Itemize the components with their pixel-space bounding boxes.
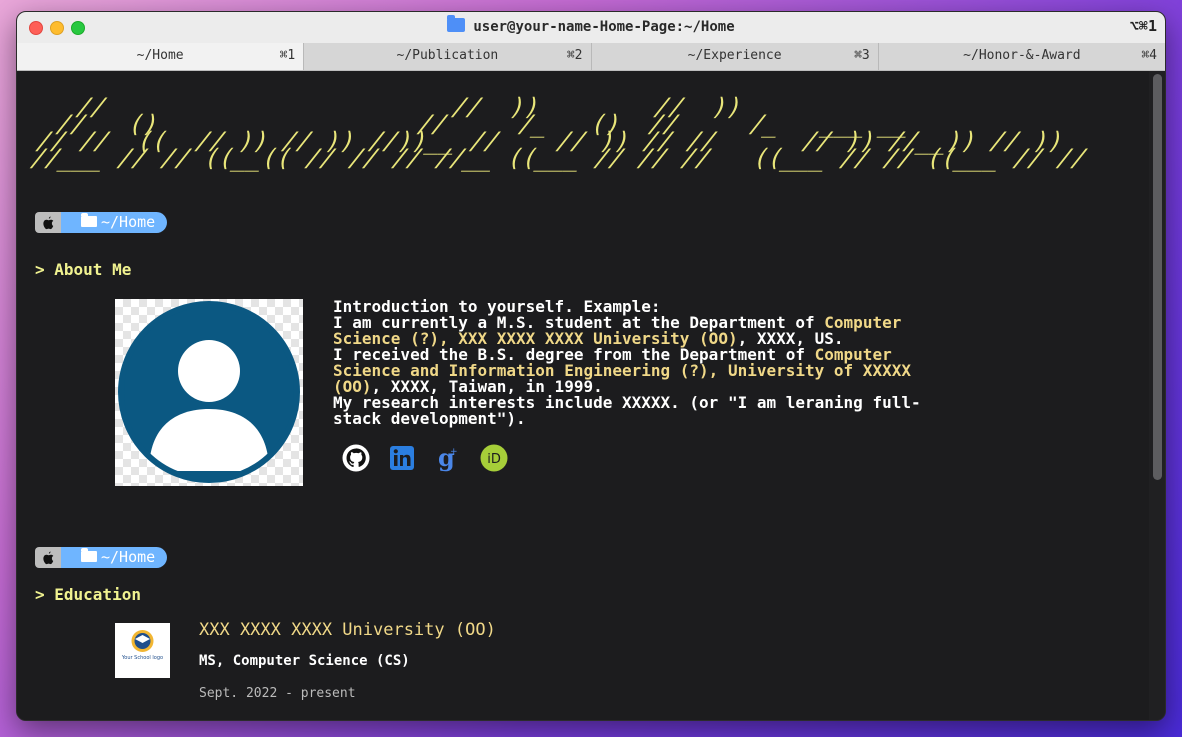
avatar (115, 299, 303, 486)
tab-label: ~/Experience (687, 48, 782, 63)
terminal-window: user@your-name-Home-Page:~/Home ⌥⌘1 ~/Ho… (16, 11, 1166, 721)
ascii-name-banner: // // )) // )) // () // /_ () // /_ ___ … (27, 93, 1092, 172)
scrollbar-thumb[interactable] (1153, 74, 1162, 480)
tab-honor-award[interactable]: ~/Honor-&-Award ⌘4 (879, 43, 1165, 70)
prompt-path: ~/Home (61, 547, 168, 568)
education-dates: Sept. 2022 - present (199, 686, 356, 701)
tab-shortcut: ⌘2 (566, 48, 583, 63)
intro-text: stack development"). (333, 409, 526, 428)
tab-publication[interactable]: ~/Publication ⌘2 (304, 43, 592, 70)
tab-experience[interactable]: ~/Experience ⌘3 (592, 43, 879, 70)
terminal-content: // // )) // )) // () // /_ () // /_ ___ … (17, 71, 1149, 720)
window-title: user@your-name-Home-Page:~/Home (17, 15, 1165, 35)
prompt-badge: ~/Home (35, 547, 168, 568)
school-logo-text: Your School logo (121, 655, 163, 661)
window-title-text: user@your-name-Home-Page:~/Home (473, 19, 735, 35)
intro-line: stack development"). (333, 411, 933, 427)
tab-shortcut: ⌘3 (854, 48, 870, 63)
orcid-icon[interactable]: iD (479, 443, 509, 473)
folder-open-icon (81, 548, 97, 562)
school-logo: Your School logo (115, 623, 170, 678)
tab-home[interactable]: ~/Home ⌘1 (17, 43, 305, 70)
social-links: g + iD (341, 443, 509, 473)
google-scholar-icon[interactable]: g + (433, 443, 463, 473)
svg-text:iD: iD (487, 452, 501, 467)
prompt-path-text: ~/Home (101, 213, 156, 231)
folder-open-icon (81, 213, 97, 227)
apple-icon (35, 547, 61, 568)
title-bar: user@your-name-Home-Page:~/Home ⌥⌘1 (17, 12, 1165, 44)
tab-shortcut: ⌘1 (279, 48, 296, 63)
tab-label: ~/Publication (396, 48, 499, 63)
github-icon[interactable] (341, 443, 371, 473)
degree: MS, Computer Science (CS) (199, 653, 410, 669)
apple-icon (35, 212, 61, 233)
window-shortcut: ⌥⌘1 (1129, 17, 1157, 35)
tab-label: ~/Home (136, 48, 184, 63)
svg-text:+: + (450, 447, 458, 457)
prompt-path-text: ~/Home (101, 548, 156, 566)
tab-shortcut: ⌘4 (1141, 48, 1157, 63)
linkedin-icon[interactable] (387, 443, 417, 473)
school-name: XXX XXXX XXXX University (OO) (199, 620, 496, 640)
section-heading-about: > About Me (35, 260, 132, 279)
about-intro: Introduction to yourself. Example: I am c… (333, 299, 933, 427)
folder-icon (447, 15, 466, 32)
tab-bar: ~/Home ⌘1 ~/Publication ⌘2 ~/Experience … (17, 43, 1165, 71)
prompt-path: ~/Home (61, 212, 168, 233)
section-heading-education: > Education (35, 585, 141, 604)
tab-label: ~/Honor-&-Award (963, 48, 1081, 63)
prompt-badge: ~/Home (35, 212, 168, 233)
